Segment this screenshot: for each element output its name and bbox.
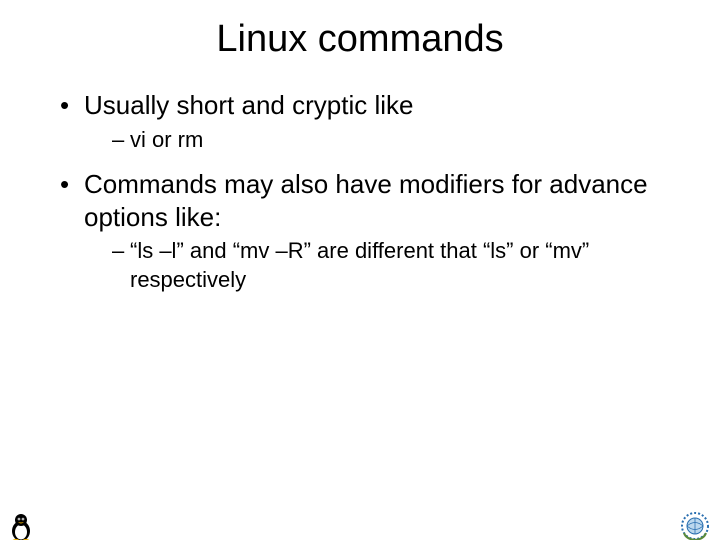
bullet-text: Usually short and cryptic like: [84, 90, 413, 120]
sub-bullet-item: vi or rm: [112, 126, 690, 155]
sub-bullet-list: “ls –l” and “mv –R” are different that “…: [84, 237, 690, 294]
footer-icons: [0, 512, 720, 540]
sub-bullet-item: “ls –l” and “mv –R” are different that “…: [112, 237, 690, 294]
bullet-list: Usually short and cryptic like vi or rm …: [30, 89, 690, 294]
sub-bullet-text: vi or rm: [130, 127, 203, 152]
slide: Linux commands Usually short and cryptic…: [0, 18, 720, 540]
bullet-item: Commands may also have modifiers for adv…: [60, 168, 690, 294]
globe-wreath-badge-icon: [680, 511, 710, 540]
bullet-item: Usually short and cryptic like vi or rm: [60, 89, 690, 154]
tux-penguin-icon: [8, 511, 34, 540]
sub-bullet-list: vi or rm: [84, 126, 690, 155]
bullet-text: Commands may also have modifiers for adv…: [84, 169, 648, 232]
slide-title: Linux commands: [0, 18, 720, 61]
sub-bullet-text: “ls –l” and “mv –R” are different that “…: [130, 238, 589, 292]
slide-content: Usually short and cryptic like vi or rm …: [0, 89, 720, 294]
